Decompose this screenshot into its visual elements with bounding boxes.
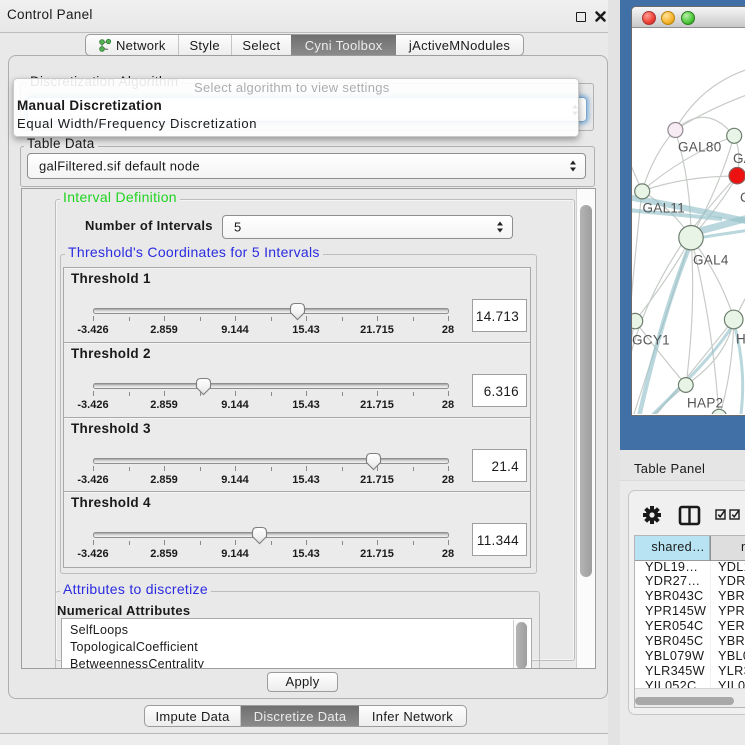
- svg-text:GCY1: GCY1: [632, 333, 670, 348]
- svg-text:GAL4: GAL4: [693, 253, 729, 268]
- svg-text:C: C: [740, 190, 745, 205]
- svg-text:GA: GA: [733, 151, 745, 166]
- svg-text:GAL11: GAL11: [643, 201, 686, 216]
- svg-text:HAP2: HAP2: [687, 396, 723, 411]
- svg-text:GAL80: GAL80: [678, 140, 722, 155]
- svg-text:H: H: [736, 332, 745, 347]
